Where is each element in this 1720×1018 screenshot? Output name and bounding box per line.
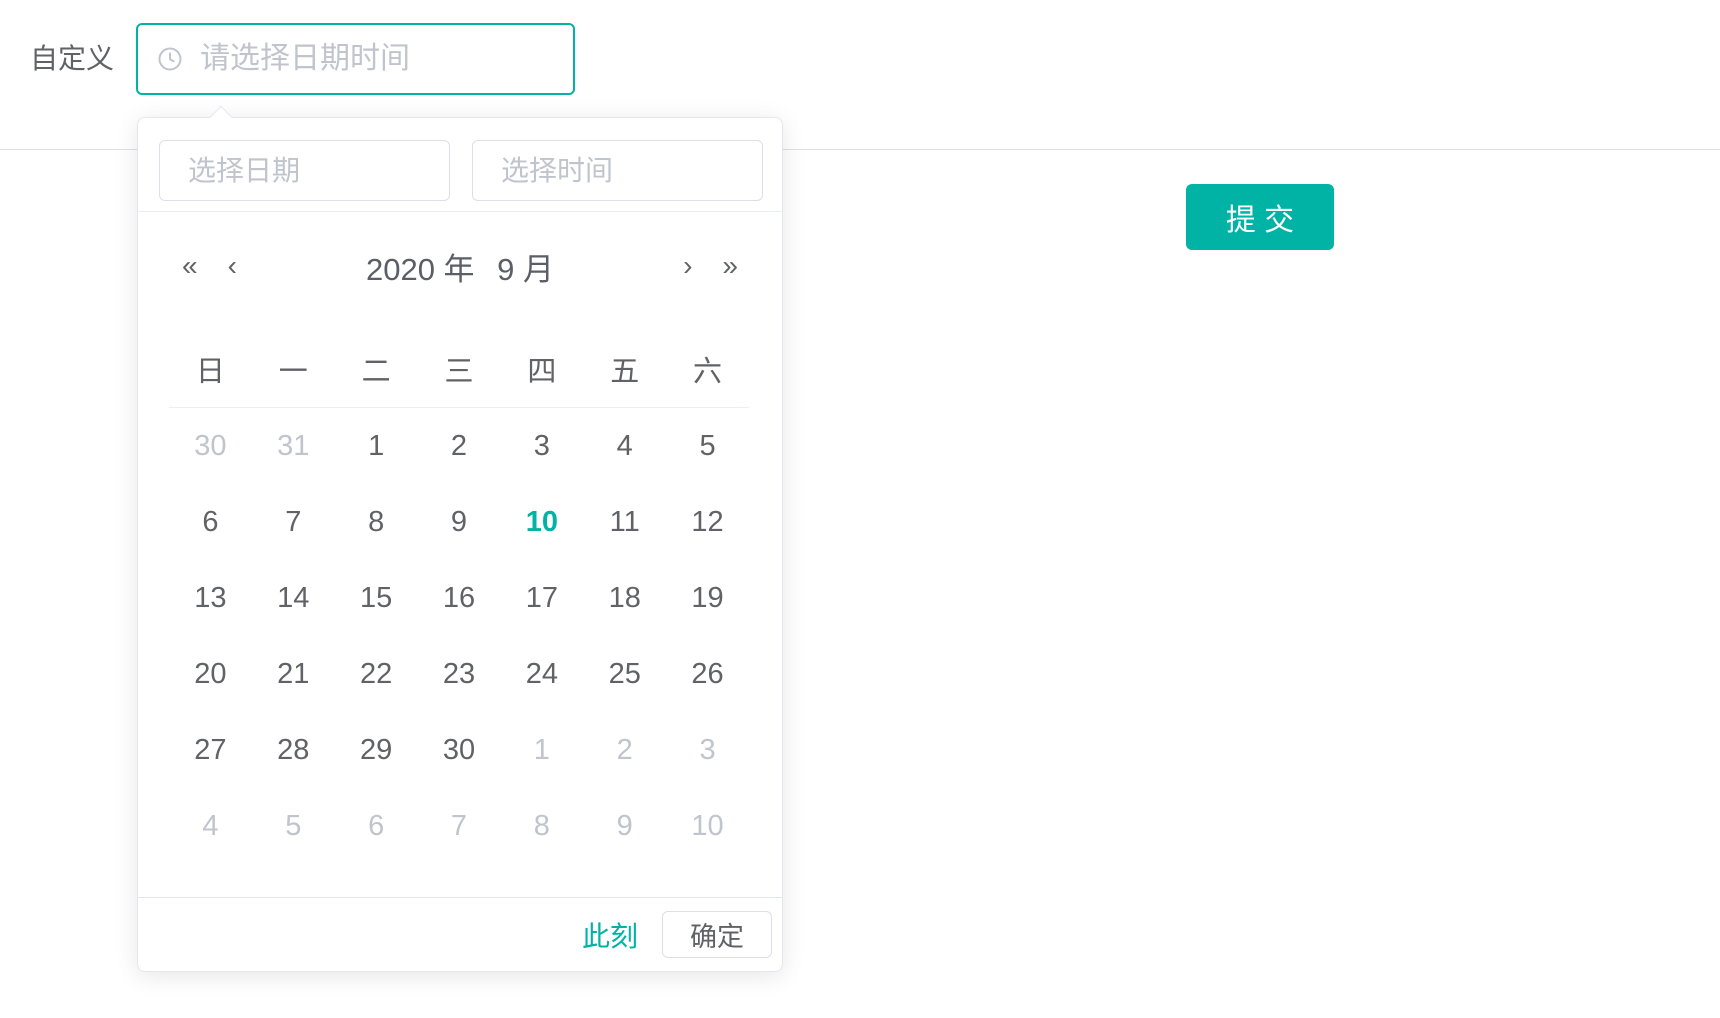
- confirm-button[interactable]: 确定: [662, 911, 772, 958]
- date-cell[interactable]: 4: [169, 788, 252, 864]
- prev-month-button[interactable]: ‹: [228, 252, 237, 280]
- date-cell[interactable]: 3: [666, 712, 749, 788]
- date-cell[interactable]: 13: [169, 560, 252, 636]
- next-month-button[interactable]: ›: [683, 252, 692, 280]
- clock-icon: [156, 45, 184, 73]
- form-label: 自定义: [30, 45, 114, 73]
- date-cell[interactable]: 26: [666, 636, 749, 712]
- datetime-picker-popover: « ‹ 2020 年 9 月 › » 日一二三四五六 3031123456789…: [137, 117, 783, 972]
- date-cell[interactable]: 30: [169, 408, 252, 484]
- date-cell[interactable]: 23: [418, 636, 501, 712]
- date-cell[interactable]: 6: [169, 484, 252, 560]
- date-cell[interactable]: 3: [500, 408, 583, 484]
- date-cell[interactable]: 6: [335, 788, 418, 864]
- date-cell[interactable]: 2: [583, 712, 666, 788]
- date-cell[interactable]: 10: [500, 484, 583, 560]
- picker-input-row: [138, 118, 782, 212]
- submit-button[interactable]: 提 交: [1186, 184, 1334, 250]
- date-cell[interactable]: 22: [335, 636, 418, 712]
- date-cell[interactable]: 5: [252, 788, 335, 864]
- date-cell[interactable]: 16: [418, 560, 501, 636]
- date-cell[interactable]: 9: [418, 484, 501, 560]
- date-cell[interactable]: 7: [418, 788, 501, 864]
- date-cell[interactable]: 28: [252, 712, 335, 788]
- date-grid: 3031123456789101112131415161718192021222…: [169, 408, 749, 864]
- date-cell[interactable]: 31: [252, 408, 335, 484]
- date-cell[interactable]: 8: [335, 484, 418, 560]
- date-cell[interactable]: 1: [500, 712, 583, 788]
- calendar-title: 2020 年 9 月: [237, 244, 683, 289]
- calendar-table: 日一二三四五六 30311234567891011121314151617181…: [169, 330, 749, 864]
- date-cell[interactable]: 7: [252, 484, 335, 560]
- date-cell[interactable]: 2: [418, 408, 501, 484]
- date-cell[interactable]: 25: [583, 636, 666, 712]
- date-cell[interactable]: 29: [335, 712, 418, 788]
- weekday-label: 五: [583, 348, 666, 390]
- date-cell[interactable]: 24: [500, 636, 583, 712]
- calendar-header: « ‹ 2020 年 9 月 › »: [138, 230, 782, 302]
- date-cell[interactable]: 14: [252, 560, 335, 636]
- date-cell[interactable]: 21: [252, 636, 335, 712]
- weekday-label: 四: [500, 348, 583, 390]
- weekday-label: 三: [418, 348, 501, 390]
- page: 自定义 提 交 « ‹ 2020 年 9 月 › » 日一二三四: [0, 0, 1720, 1018]
- date-cell[interactable]: 18: [583, 560, 666, 636]
- weekday-row: 日一二三四五六: [169, 330, 749, 408]
- date-cell[interactable]: 4: [583, 408, 666, 484]
- datetime-input-wrap[interactable]: [136, 23, 575, 95]
- date-cell[interactable]: 30: [418, 712, 501, 788]
- year-label[interactable]: 2020 年: [366, 252, 475, 287]
- next-year-button[interactable]: »: [722, 252, 738, 280]
- date-cell[interactable]: 12: [666, 484, 749, 560]
- date-cell[interactable]: 20: [169, 636, 252, 712]
- picker-footer: 此刻 确定: [138, 897, 782, 971]
- picker-time-input[interactable]: [472, 140, 763, 201]
- datetime-input[interactable]: [200, 42, 555, 76]
- date-cell[interactable]: 19: [666, 560, 749, 636]
- date-cell[interactable]: 10: [666, 788, 749, 864]
- weekday-label: 一: [252, 348, 335, 390]
- weekday-label: 日: [169, 348, 252, 390]
- date-cell[interactable]: 5: [666, 408, 749, 484]
- month-label[interactable]: 9 月: [497, 252, 554, 287]
- date-cell[interactable]: 9: [583, 788, 666, 864]
- weekday-label: 六: [666, 348, 749, 390]
- date-cell[interactable]: 8: [500, 788, 583, 864]
- weekday-label: 二: [335, 348, 418, 390]
- date-cell[interactable]: 1: [335, 408, 418, 484]
- now-link[interactable]: 此刻: [582, 915, 638, 955]
- date-cell[interactable]: 27: [169, 712, 252, 788]
- date-cell[interactable]: 11: [583, 484, 666, 560]
- date-cell[interactable]: 15: [335, 560, 418, 636]
- date-cell[interactable]: 17: [500, 560, 583, 636]
- prev-year-button[interactable]: «: [182, 252, 198, 280]
- picker-date-input[interactable]: [159, 140, 450, 201]
